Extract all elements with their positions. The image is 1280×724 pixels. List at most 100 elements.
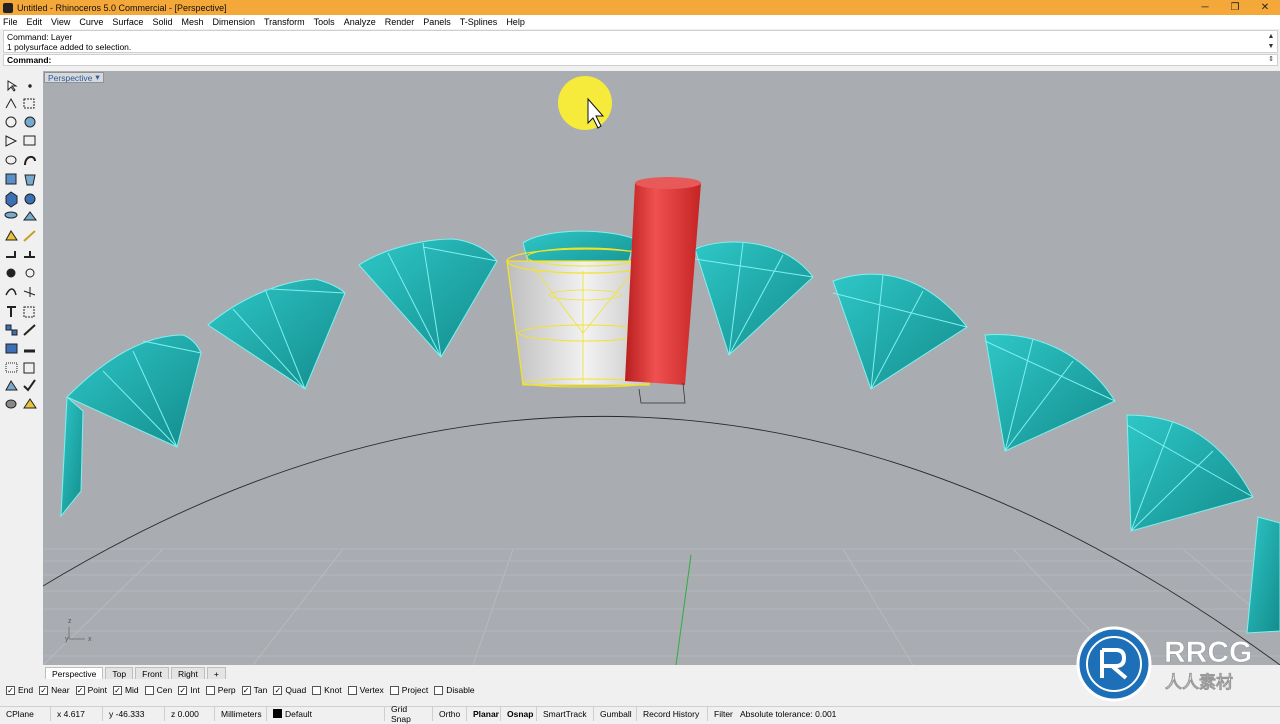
units-indicator[interactable]: Millimeters <box>215 706 267 721</box>
layout-icon[interactable] <box>23 362 35 374</box>
osnap-checkbox[interactable]: ✓ <box>75 685 85 695</box>
arc-icon[interactable] <box>24 116 36 128</box>
tab-perspective[interactable]: Perspective <box>45 667 104 679</box>
gem[interactable] <box>694 241 814 356</box>
smarttrack-toggle[interactable]: SmartTrack <box>537 706 594 721</box>
osnap-checkbox[interactable] <box>389 685 399 695</box>
osnap-int[interactable]: ✓ Int <box>178 685 200 695</box>
move-icon[interactable] <box>23 287 36 297</box>
menu-item-surface[interactable]: Surface <box>112 17 143 27</box>
boolean-union-icon[interactable] <box>25 268 35 278</box>
viewport-title-tab[interactable]: Perspective ▾ <box>44 72 104 83</box>
osnap-knot[interactable]: Knot <box>312 685 342 695</box>
restore-button[interactable]: ❐ <box>1220 0 1250 15</box>
osnap-checkbox[interactable]: ✓ <box>6 685 15 695</box>
grid-snap-toggle[interactable]: Grid Snap <box>385 704 433 724</box>
osnap-mid[interactable]: ✓ Mid <box>112 685 139 695</box>
osnap-perp[interactable]: Perp <box>205 685 236 695</box>
osnap-near[interactable]: ✓ Near <box>39 685 70 695</box>
red-cylinder[interactable] <box>625 177 701 404</box>
point-icon[interactable] <box>28 84 32 88</box>
osnap-tan[interactable]: ✓ Tan <box>241 685 267 695</box>
menu-item-analyze[interactable]: Analyze <box>344 17 376 27</box>
menu-item-tools[interactable]: Tools <box>314 17 335 27</box>
menu-item-edit[interactable]: Edit <box>27 17 43 27</box>
array-icon[interactable] <box>11 329 18 336</box>
sphere-solid-icon[interactable] <box>24 193 36 205</box>
current-layer[interactable]: Default <box>267 706 385 721</box>
osnap-checkbox[interactable] <box>347 685 357 695</box>
menu-item-dimension[interactable]: Dimension <box>212 17 255 27</box>
record-history-toggle[interactable]: Record History <box>637 706 708 721</box>
osnap-checkbox[interactable]: ✓ <box>39 685 49 695</box>
blend-curve-icon[interactable] <box>5 288 17 296</box>
dimension-icon[interactable] <box>23 306 35 318</box>
menu-item-view[interactable]: View <box>51 17 70 27</box>
add-viewport-tab-button[interactable]: + <box>206 667 226 679</box>
tab-front[interactable]: Front <box>135 667 169 679</box>
osnap-end[interactable]: ✓ End <box>6 685 33 695</box>
tab-right[interactable]: Right <box>170 667 205 679</box>
circle-icon[interactable] <box>5 116 17 128</box>
osnap-disable[interactable]: Disable <box>434 685 475 695</box>
render-icon[interactable] <box>5 399 17 409</box>
gem[interactable] <box>60 395 84 518</box>
planar-toggle[interactable]: Planar <box>467 706 501 721</box>
osnap-cen[interactable]: Cen <box>144 685 172 695</box>
material-icon[interactable] <box>23 398 37 409</box>
menu-item-render[interactable]: Render <box>385 17 415 27</box>
gumball-toggle[interactable]: Gumball <box>594 706 637 721</box>
osnap-point[interactable]: ✓ Point <box>75 685 107 695</box>
osnap-checkbox[interactable] <box>205 685 215 695</box>
cplane-indicator[interactable]: CPlane <box>0 706 51 721</box>
osnap-checkbox[interactable] <box>312 685 322 695</box>
control-points-icon[interactable] <box>23 98 35 109</box>
freeform-curve-icon[interactable] <box>24 155 36 166</box>
ellipse-icon[interactable] <box>5 155 17 165</box>
loft-icon[interactable] <box>24 174 36 186</box>
osnap-vertex[interactable]: Vertex <box>347 685 384 695</box>
osnap-checkbox[interactable]: ✓ <box>273 685 283 695</box>
gem[interactable] <box>984 334 1116 452</box>
gem[interactable] <box>207 278 346 390</box>
menu-item-solid[interactable]: Solid <box>152 17 172 27</box>
close-button[interactable]: ✕ <box>1250 0 1280 15</box>
osnap-checkbox[interactable]: ✓ <box>241 685 251 695</box>
rectangle-icon[interactable] <box>23 135 36 146</box>
minimize-button[interactable]: ─ <box>1190 0 1220 15</box>
box-solid-icon[interactable] <box>5 191 18 208</box>
tab-top[interactable]: Top <box>105 667 134 679</box>
analyze-icon[interactable] <box>5 380 18 391</box>
trim-icon[interactable] <box>24 251 35 258</box>
polygon-icon[interactable] <box>5 135 18 147</box>
osnap-quad[interactable]: ✓ Quad <box>273 685 306 695</box>
boolean-icon[interactable] <box>6 268 16 278</box>
gem[interactable] <box>1126 414 1254 532</box>
grid-icon[interactable] <box>5 362 18 373</box>
command-prompt[interactable]: Command: ⇕ <box>3 54 1278 66</box>
scroll-up-icon[interactable]: ▲ <box>1267 32 1275 42</box>
mesh-icon[interactable] <box>5 230 18 241</box>
gem[interactable] <box>832 273 968 390</box>
cylinder-icon[interactable] <box>4 211 18 219</box>
menu-item-file[interactable]: File <box>3 17 18 27</box>
filter-toggle[interactable]: Filter <box>708 707 734 721</box>
command-spinner-icon[interactable]: ⇕ <box>1267 55 1275 65</box>
scale-icon[interactable] <box>23 324 36 336</box>
viewport-menu-chevron-down-icon[interactable]: ▾ <box>95 72 99 83</box>
surface-icon[interactable] <box>5 173 17 185</box>
osnap-checkbox[interactable]: ✓ <box>178 685 188 695</box>
osnap-checkbox[interactable]: ✓ <box>112 685 122 695</box>
split-icon[interactable] <box>23 230 36 242</box>
ortho-toggle[interactable]: Ortho <box>433 706 467 721</box>
menu-item-mesh[interactable]: Mesh <box>181 17 203 27</box>
osnap-checkbox[interactable] <box>144 685 154 695</box>
gem[interactable] <box>358 238 498 358</box>
menu-item-help[interactable]: Help <box>506 17 525 27</box>
gem[interactable] <box>66 334 202 448</box>
check-icon[interactable] <box>23 379 36 392</box>
osnap-toggle[interactable]: Osnap <box>501 706 537 721</box>
osnap-checkbox[interactable] <box>434 685 444 695</box>
group-icon[interactable] <box>5 343 18 354</box>
select-arrow-icon[interactable] <box>7 80 18 92</box>
